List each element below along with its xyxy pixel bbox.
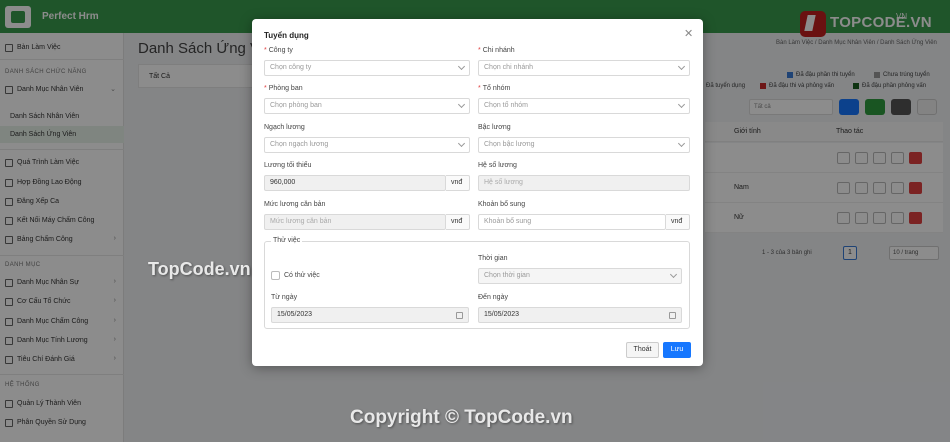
- chevron-down-icon: [677, 100, 686, 109]
- watermark-large: Copyright © TopCode.vn: [350, 407, 573, 428]
- allowance-label: Khoản bổ sung: [478, 201, 526, 208]
- min-salary-input: 960,000: [264, 175, 446, 191]
- chevron-down-icon: [457, 100, 466, 109]
- salary-grade-label: Bậc lương: [478, 124, 511, 131]
- chevron-down-icon: [457, 62, 466, 71]
- company-select[interactable]: Chọn công ty: [264, 60, 470, 76]
- salary-scale-placeholder: Chọn ngạch lương: [270, 141, 329, 148]
- base-salary-label: Mức lương căn bản: [264, 201, 326, 208]
- recruitment-modal: Tuyển dụng ✕ * Công ty Chọn công ty * Chi …: [252, 19, 703, 366]
- close-icon[interactable]: ✕: [684, 27, 693, 40]
- company-placeholder: Chọn công ty: [270, 64, 312, 71]
- allowance-input[interactable]: Khoản bổ sung: [478, 214, 666, 230]
- calendar-icon: [669, 312, 676, 319]
- probation-checkbox-label: Có thử việc: [284, 272, 320, 279]
- department-select[interactable]: Chọn phòng ban: [264, 98, 470, 114]
- branch-placeholder: Chọn chi nhánh: [484, 64, 534, 71]
- chevron-down-icon: [457, 139, 466, 148]
- to-date-label: Đến ngày: [478, 294, 508, 301]
- duration-placeholder: Chọn thời gian: [484, 272, 530, 279]
- to-date-value: 15/05/2023: [484, 311, 520, 318]
- calendar-icon: [456, 312, 463, 319]
- from-date-value: 15/05/2023: [277, 311, 313, 318]
- duration-label: Thời gian: [478, 255, 508, 262]
- salary-scale-label: Ngạch lương: [264, 124, 305, 131]
- save-button[interactable]: Lưu: [663, 342, 691, 358]
- chevron-down-icon: [677, 62, 686, 71]
- chevron-down-icon: [677, 139, 686, 148]
- base-salary-input: Mức lương căn bản: [264, 214, 446, 230]
- salary-coef-input: Hệ số lương: [478, 175, 690, 191]
- allowance-unit: vnđ: [666, 214, 690, 230]
- salary-grade-placeholder: Chọn bậc lương: [484, 141, 535, 148]
- to-date-input[interactable]: 15/05/2023: [478, 307, 682, 323]
- min-salary-label: Lương tối thiểu: [264, 162, 312, 169]
- probation-legend: Thử việc: [271, 237, 303, 244]
- base-salary-unit: vnđ: [446, 214, 470, 230]
- cancel-button[interactable]: Thoát: [626, 342, 659, 358]
- duration-select[interactable]: Chọn thời gian: [478, 268, 682, 284]
- chevron-down-icon: [669, 270, 678, 279]
- salary-grade-select[interactable]: Chọn bậc lương: [478, 137, 690, 153]
- from-date-label: Từ ngày: [271, 294, 298, 301]
- probation-checkbox[interactable]: [271, 271, 280, 280]
- team-select[interactable]: Chọn tổ nhóm: [478, 98, 690, 114]
- from-date-input[interactable]: 15/05/2023: [271, 307, 469, 323]
- department-label: * Phòng ban: [264, 85, 303, 92]
- company-label: * Công ty: [264, 47, 293, 54]
- salary-coef-label: Hệ số lương: [478, 162, 517, 169]
- modal-title: Tuyển dụng: [264, 31, 309, 40]
- salary-scale-select[interactable]: Chọn ngạch lương: [264, 137, 470, 153]
- branch-select[interactable]: Chọn chi nhánh: [478, 60, 690, 76]
- watermark-small: TopCode.vn: [148, 259, 251, 279]
- min-salary-unit: vnđ: [446, 175, 470, 191]
- department-placeholder: Chọn phòng ban: [270, 102, 322, 109]
- team-placeholder: Chọn tổ nhóm: [484, 102, 528, 109]
- branch-label: * Chi nhánh: [478, 47, 515, 54]
- team-label: * Tổ nhóm: [478, 85, 511, 92]
